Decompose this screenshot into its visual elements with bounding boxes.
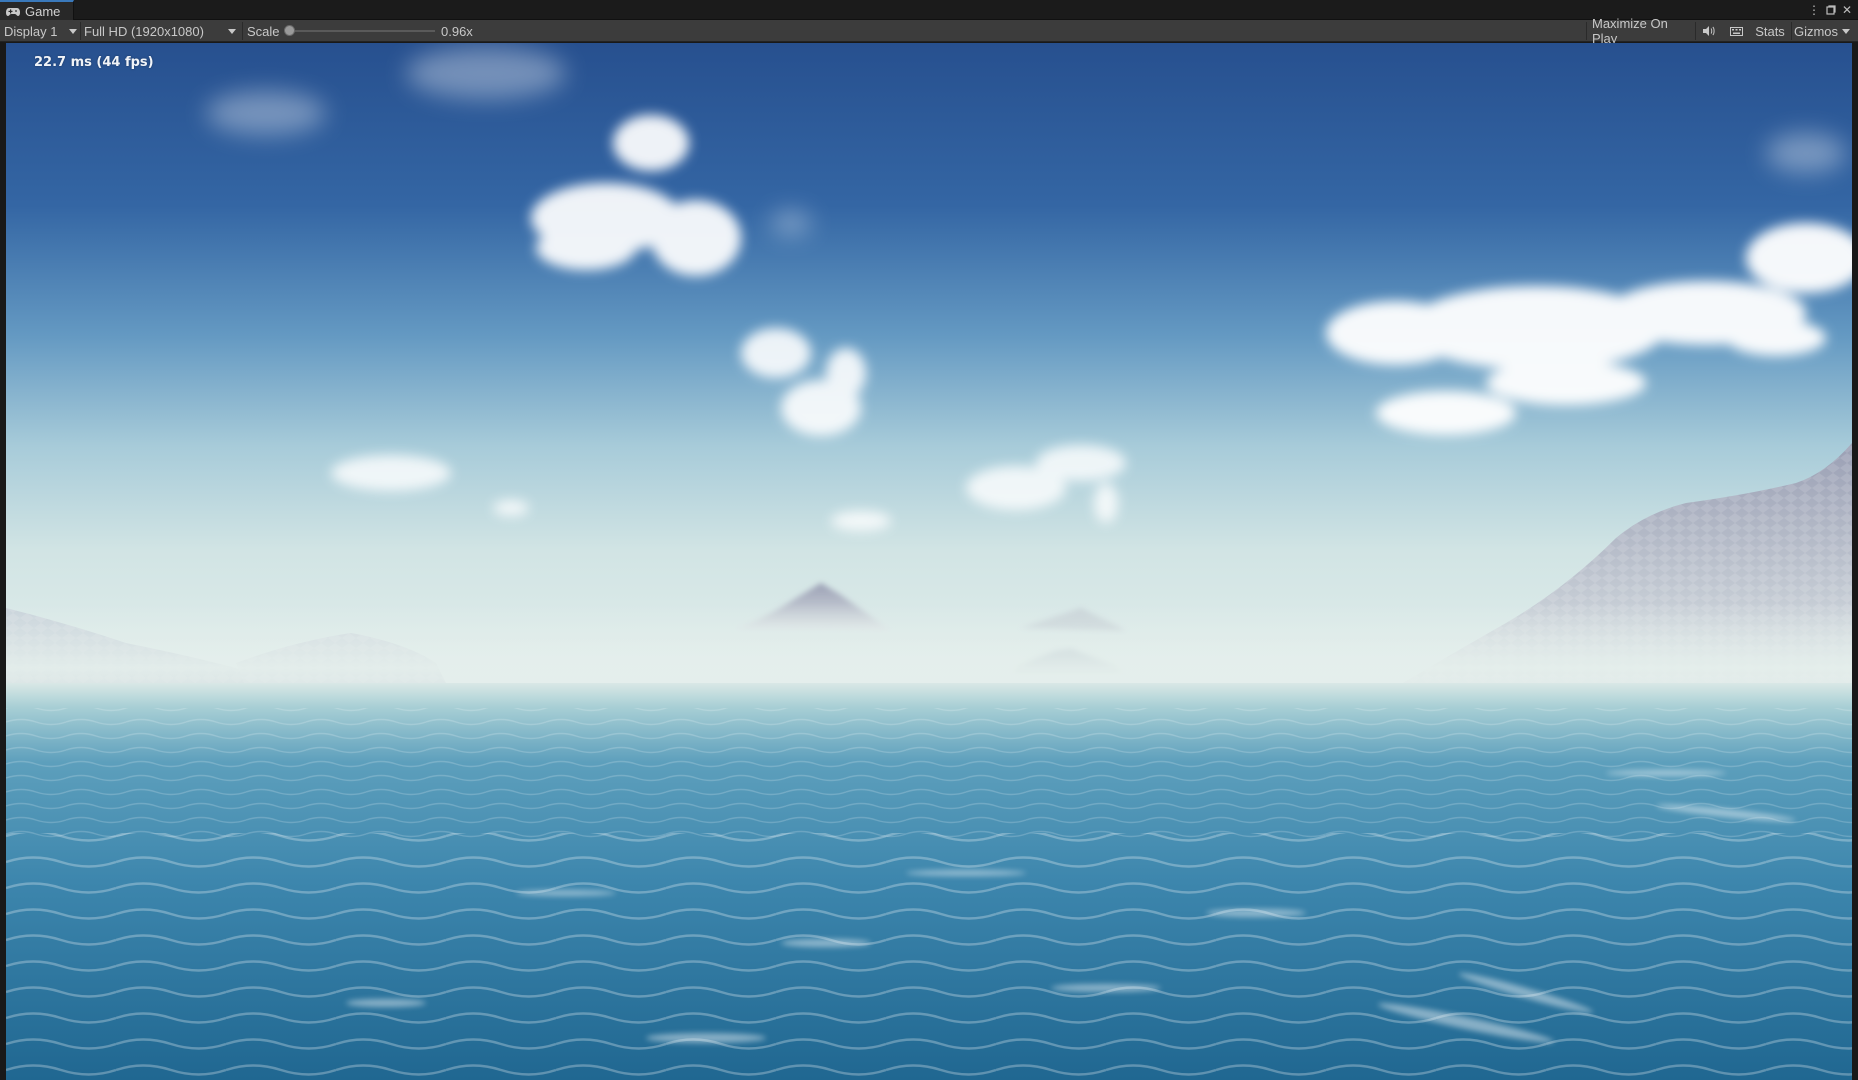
speaker-icon — [1703, 26, 1715, 36]
keyboard-icon — [1729, 26, 1743, 36]
tab-game[interactable]: Game — [0, 0, 74, 21]
viewport-right-border — [1852, 43, 1858, 1080]
divider — [1695, 22, 1696, 40]
close-window-icon[interactable]: ✕ — [1838, 0, 1856, 20]
mute-audio-toggle[interactable] — [1697, 21, 1721, 41]
stats-toggle[interactable]: Stats — [1750, 21, 1790, 41]
maximize-on-play-toggle[interactable]: Maximize On Play — [1587, 16, 1693, 46]
tab-title: Game — [25, 4, 61, 19]
gizmos-toggle[interactable]: Gizmos — [1792, 21, 1840, 41]
scale-label: Scale — [247, 23, 280, 39]
gizmos-dropdown[interactable] — [1842, 20, 1856, 42]
chevron-down-icon — [69, 28, 77, 34]
fps-counter: 22.7 ms (44 fps) — [34, 55, 154, 70]
scale-value: 0.96x — [441, 23, 473, 39]
chevron-down-icon — [1842, 28, 1850, 34]
scale-slider-thumb[interactable] — [284, 25, 295, 36]
divider — [80, 22, 81, 40]
resolution-label: Full HD (1920x1080) — [84, 23, 204, 39]
shortcuts-toggle[interactable] — [1723, 21, 1749, 41]
ocean-scene — [6, 43, 1852, 1080]
divider — [242, 22, 243, 40]
editor-tab-bar: Game ⋮ ✕ — [0, 0, 1858, 21]
resolution-dropdown[interactable]: Full HD (1920x1080) — [84, 20, 238, 42]
gamepad-icon — [6, 7, 20, 16]
game-viewport[interactable]: 22.7 ms (44 fps) — [6, 43, 1852, 1080]
scale-slider-track[interactable] — [289, 30, 435, 32]
game-view-toolbar: Display 1 Full HD (1920x1080) Scale 0.96… — [0, 16, 1858, 46]
ocean — [6, 683, 1852, 1080]
chevron-down-icon — [228, 28, 236, 34]
display-dropdown[interactable]: Display 1 — [4, 20, 78, 42]
display-label: Display 1 — [4, 23, 58, 39]
more-options-icon[interactable]: ⋮ — [1805, 0, 1823, 20]
